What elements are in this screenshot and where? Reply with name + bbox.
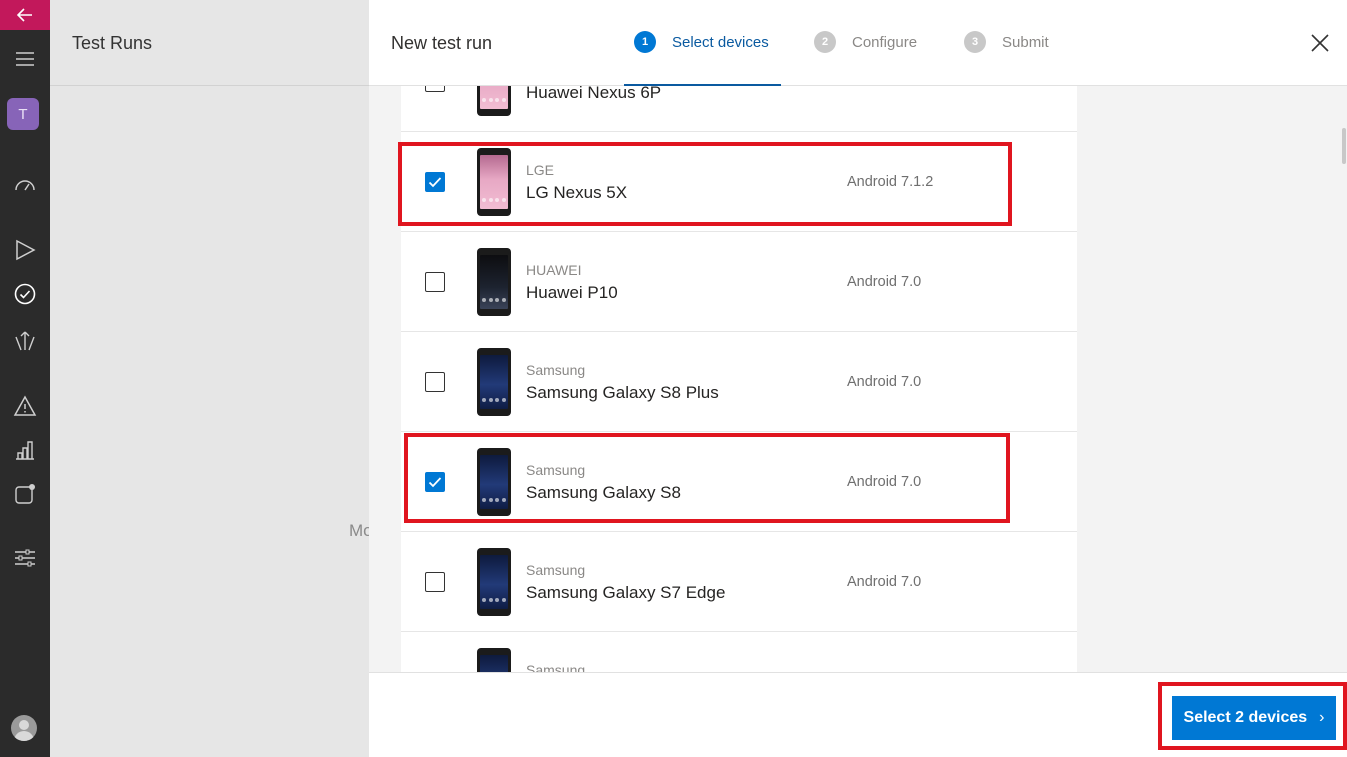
- device-list-viewport[interactable]: Huawei Nexus 6P Android 7.1.2 LGE LG Nexus …: [401, 86, 1077, 672]
- device-model: Huawei P10: [526, 283, 618, 302]
- device-os-version: Android 7.0: [847, 374, 922, 390]
- device-checkbox[interactable]: [425, 172, 445, 192]
- device-checkbox[interactable]: [425, 86, 445, 92]
- step-configure[interactable]: 2 Configure: [814, 31, 917, 53]
- device-manufacturer: Samsung: [526, 662, 586, 672]
- device-manufacturer: HUAWEI: [526, 262, 582, 278]
- device-row[interactable]: Huawei Nexus 6P Android 7.1.2: [401, 86, 1077, 132]
- analytics-chart-icon[interactable]: [11, 436, 39, 464]
- left-nav-rail: T: [0, 0, 50, 757]
- device-phone-image: [477, 448, 511, 516]
- device-phone-image: [477, 248, 511, 316]
- play-icon[interactable]: [11, 236, 39, 264]
- panel-footer: Select 2 devices ›: [369, 672, 1347, 757]
- device-row[interactable]: HUAWEI Huawei P10 Android 7.0: [401, 232, 1077, 332]
- device-model: LG Nexus 5X: [526, 183, 628, 202]
- step-label: Select devices: [672, 33, 769, 51]
- device-phone-image: [477, 548, 511, 616]
- device-checkbox[interactable]: [425, 372, 445, 392]
- device-phone-image: [477, 648, 511, 672]
- back-button[interactable]: [0, 0, 50, 30]
- user-avatar[interactable]: [11, 715, 37, 741]
- device-row[interactable]: LGE LG Nexus 5X Android 7.1.2: [401, 132, 1077, 232]
- device-model: Huawei Nexus 6P: [526, 86, 662, 102]
- device-phone-image: [477, 148, 511, 216]
- step-label: Configure: [852, 33, 918, 51]
- hamburger-menu-icon[interactable]: [11, 45, 39, 73]
- device-row[interactable]: Samsung Samsung Galaxy S8 Android 7.0: [401, 432, 1077, 532]
- close-button[interactable]: [1307, 30, 1333, 56]
- panel-header: New test run 1 Select devices 2 Configur…: [369, 0, 1347, 87]
- push-notification-icon[interactable]: [11, 480, 39, 508]
- select-devices-button[interactable]: Select 2 devices ›: [1172, 696, 1336, 740]
- select-devices-button-label: Select 2 devices: [1183, 709, 1308, 726]
- device-list: Huawei Nexus 6P Android 7.1.2 LGE LG Nexus …: [401, 86, 1077, 672]
- device-manufacturer: Samsung: [526, 362, 586, 378]
- device-os-version: Android 7.0: [847, 274, 922, 290]
- device-model: Samsung Galaxy S8: [526, 483, 681, 502]
- step-select-devices[interactable]: 1 Select devices: [634, 31, 769, 53]
- device-phone-image: [477, 348, 511, 416]
- step-number: 3: [964, 31, 986, 53]
- new-test-run-panel: New test run 1 Select devices 2 Configur…: [369, 0, 1347, 757]
- device-os-version: Android 7.1.2: [847, 86, 933, 90]
- app-avatar[interactable]: T: [7, 98, 39, 130]
- arrow-left-icon: [17, 8, 32, 22]
- background-page: Test Runs Mo: [50, 0, 373, 757]
- device-manufacturer: Samsung: [526, 562, 586, 578]
- device-os-version: Android 7.0: [847, 574, 922, 590]
- diagnostics-warning-icon[interactable]: [11, 392, 39, 420]
- scrollbar-thumb[interactable]: [1342, 128, 1346, 164]
- device-checkbox[interactable]: [425, 572, 445, 592]
- device-os-version: Android 7.1.2: [847, 174, 934, 190]
- device-os-version: Android 7.0: [847, 474, 922, 490]
- device-manufacturer: LGE: [526, 162, 555, 178]
- close-icon: [1311, 34, 1329, 52]
- device-row[interactable]: Samsung Samsung Galaxy S7 Edge Android 7.0: [401, 532, 1077, 632]
- panel-title: New test run: [391, 33, 493, 53]
- device-checkbox[interactable]: [425, 472, 445, 492]
- settings-sliders-icon[interactable]: [11, 544, 39, 572]
- chevron-right-icon: ›: [1319, 709, 1325, 726]
- step-submit[interactable]: 3 Submit: [964, 31, 1049, 53]
- background-page-title: Test Runs: [50, 0, 369, 86]
- device-model: Samsung Galaxy S7 Edge: [526, 583, 726, 602]
- checkmark-icon: [428, 477, 442, 488]
- checkmark-icon: [428, 177, 442, 188]
- step-label: Submit: [1002, 33, 1049, 51]
- step-number: 1: [634, 31, 656, 53]
- device-row[interactable]: Samsung: [401, 632, 1077, 672]
- step-number: 2: [814, 31, 836, 53]
- device-checkbox[interactable]: [425, 272, 445, 292]
- distribute-icon[interactable]: [11, 326, 39, 354]
- device-manufacturer: Samsung: [526, 462, 586, 478]
- device-model: Samsung Galaxy S8 Plus: [526, 383, 719, 402]
- test-check-icon[interactable]: [11, 280, 39, 308]
- device-row[interactable]: Samsung Samsung Galaxy S8 Plus Android 7.0: [401, 332, 1077, 432]
- device-phone-image: [477, 86, 511, 116]
- dashboard-gauge-icon[interactable]: [11, 170, 39, 198]
- user-icon: [14, 720, 34, 741]
